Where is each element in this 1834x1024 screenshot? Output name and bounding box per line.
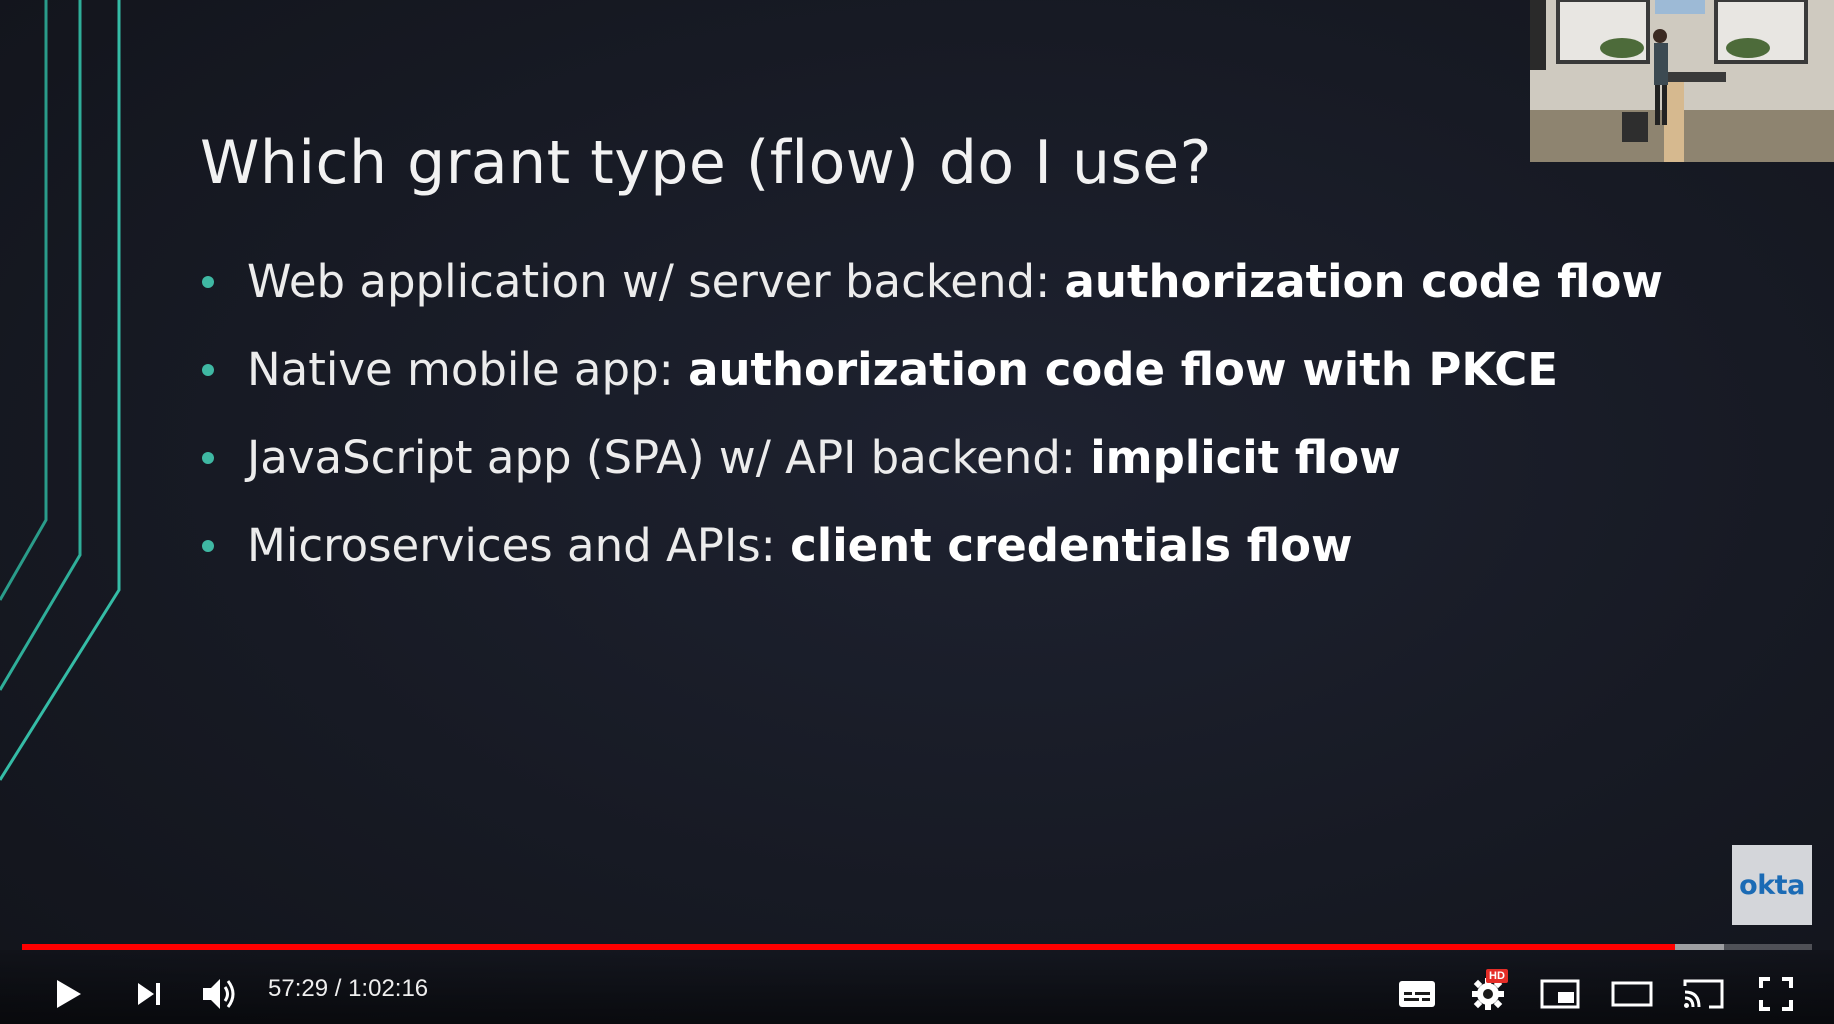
theater-mode-icon	[1611, 981, 1653, 1007]
next-button[interactable]	[125, 970, 173, 1018]
speaker-camera-image	[1530, 0, 1834, 162]
volume-button[interactable]	[196, 970, 244, 1018]
slide-bullet: JavaScript app (SPA) w/ API backend: imp…	[200, 428, 1663, 516]
subtitles-icon	[1399, 981, 1435, 1007]
slide-bullet-list: Web application w/ server backend: autho…	[200, 252, 1663, 604]
bullet-dot-icon	[202, 452, 214, 464]
fullscreen-icon	[1759, 977, 1793, 1011]
bullet-text: Native mobile app:	[247, 343, 689, 396]
volume-icon	[203, 979, 235, 1009]
slide-bullet: Native mobile app: authorization code fl…	[200, 340, 1663, 428]
video-player[interactable]: Which grant type (flow) do I use? Web ap…	[0, 0, 1834, 1024]
bullet-dot-icon	[202, 540, 214, 552]
okta-logo: okta	[1732, 845, 1812, 925]
bullet-bold-text: implicit flow	[1090, 431, 1401, 484]
slide-bullet: Microservices and APIs: client credentia…	[200, 516, 1663, 604]
player-controls: 57:29 / 1:02:16 HD	[0, 950, 1834, 1024]
cast-icon	[1683, 979, 1724, 1009]
current-time: 57:29	[268, 975, 329, 1002]
bullet-bold-text: client credentials flow	[790, 519, 1353, 572]
miniplayer-button[interactable]	[1536, 970, 1584, 1018]
play-button[interactable]	[44, 970, 92, 1018]
slide-title: Which grant type (flow) do I use?	[200, 128, 1213, 198]
time-separator: /	[328, 975, 349, 1002]
hd-badge: HD	[1486, 969, 1508, 983]
bullet-bold-text: authorization code flow with PKCE	[688, 343, 1559, 396]
subtitles-button[interactable]	[1393, 970, 1441, 1018]
settings-button[interactable]: HD	[1464, 969, 1512, 1018]
bullet-dot-icon	[202, 276, 214, 288]
theater-mode-button[interactable]	[1608, 970, 1656, 1018]
miniplayer-icon	[1540, 979, 1580, 1009]
slide-decoration	[0, 0, 121, 781]
total-duration: 1:02:16	[348, 975, 429, 1002]
next-icon	[138, 983, 160, 1005]
bullet-text: Microservices and APIs:	[247, 519, 791, 572]
bullet-text: Web application w/ server backend:	[247, 255, 1065, 308]
speaker-camera-inset	[1530, 0, 1834, 162]
time-display: 57:29 / 1:02:16	[268, 975, 428, 1003]
cast-button[interactable]	[1680, 970, 1728, 1018]
fullscreen-button[interactable]	[1752, 970, 1800, 1018]
bullet-bold-text: authorization code flow	[1064, 255, 1663, 308]
bullet-text: JavaScript app (SPA) w/ API backend:	[247, 431, 1091, 484]
slide-bullet: Web application w/ server backend: autho…	[200, 252, 1663, 340]
play-icon	[57, 980, 81, 1008]
bullet-dot-icon	[202, 364, 214, 376]
